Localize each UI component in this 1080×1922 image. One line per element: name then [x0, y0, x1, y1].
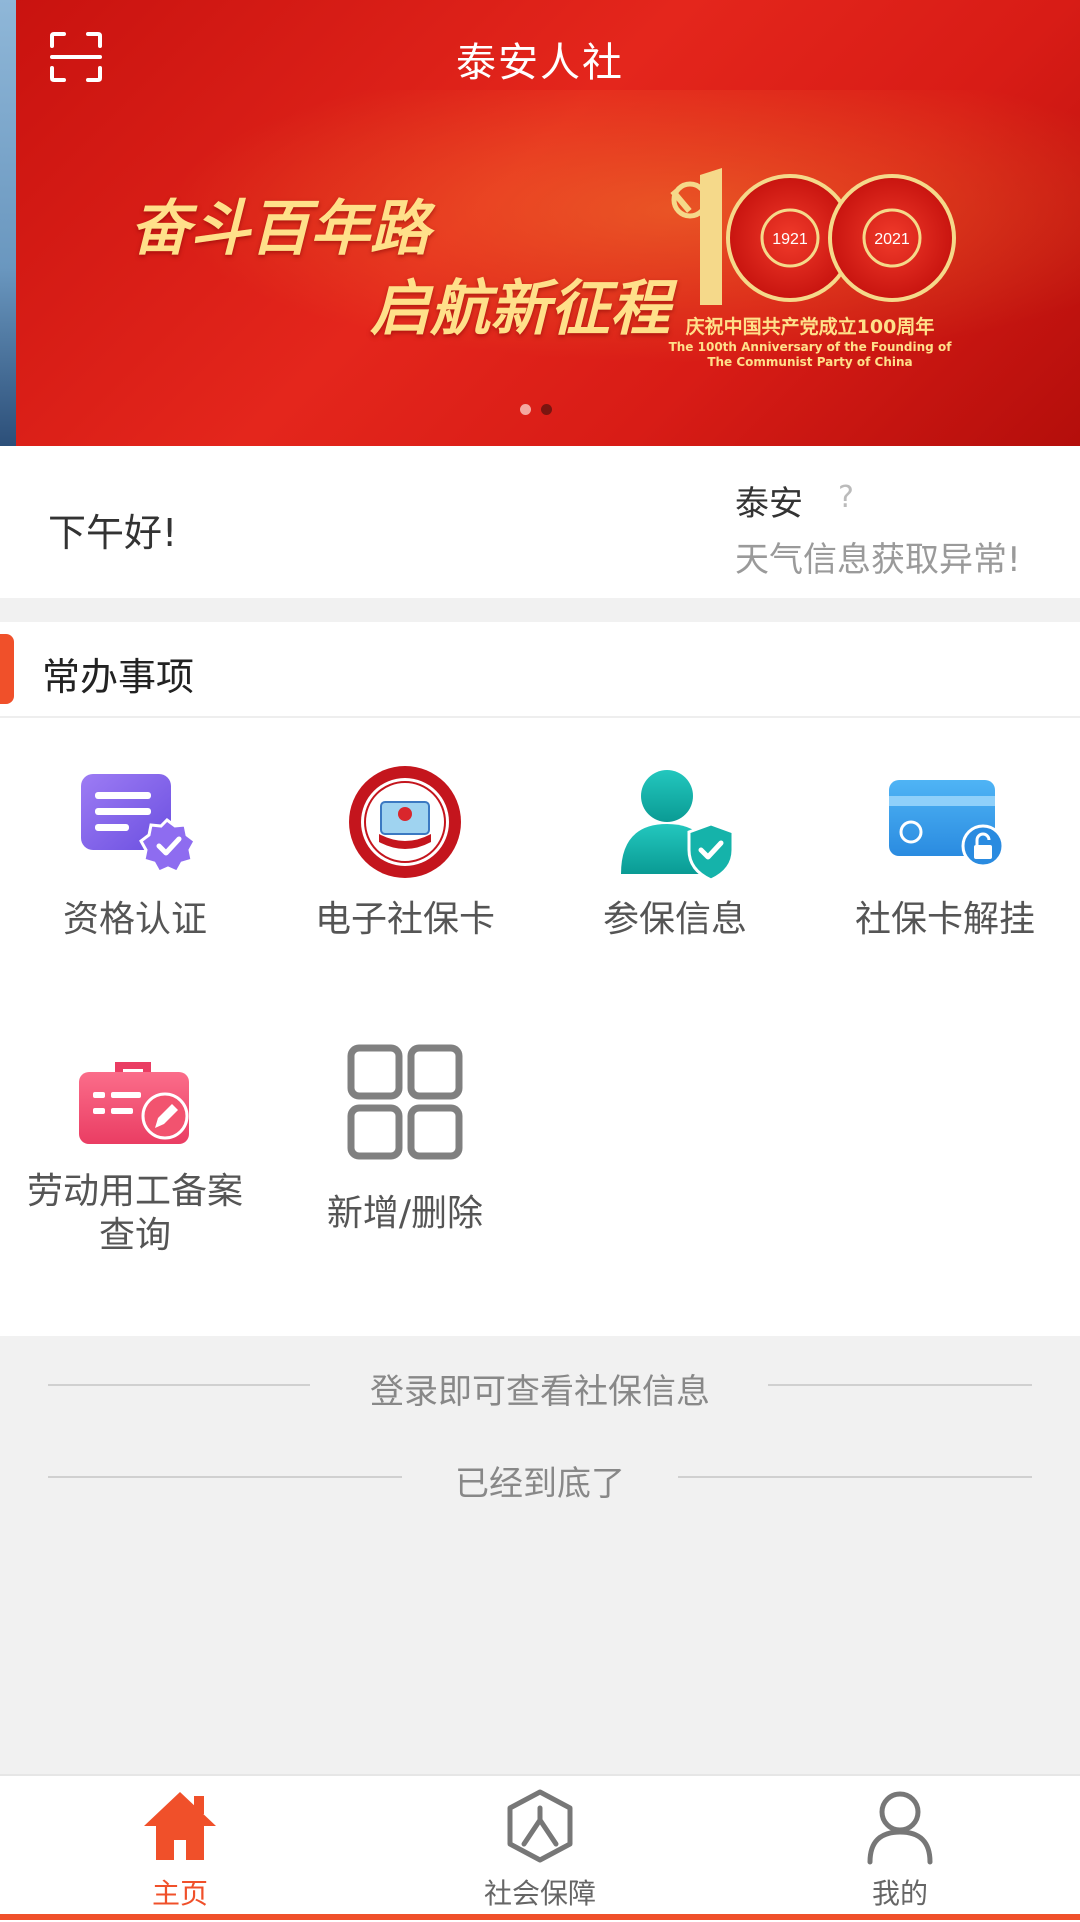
service-label: 电子社保卡 [314, 899, 495, 940]
user-icon [867, 1791, 933, 1865]
service-label: 社保卡解挂 [854, 899, 1035, 940]
home-icon [144, 1792, 216, 1860]
app-title: 泰安人社 [456, 40, 624, 86]
emblem-caption-en-line2: The Communist Party of China [707, 355, 913, 369]
anniversary-emblem: 1921 2021 庆祝中国共产党成立100周年 The 100th Anniv… [660, 160, 960, 390]
carousel-dot-active[interactable] [541, 404, 552, 415]
centenary-100-emblem: 1921 2021 [670, 168, 956, 305]
section-header: 常办事项 [0, 622, 1080, 718]
section-accent-bar [0, 634, 14, 704]
top-banner-carousel[interactable]: 泰安人社 奋斗百年路 启航新征程 1921 2021 庆祝中国共产党成立100周… [0, 0, 1080, 446]
service-label: 新增/删除 [326, 1193, 484, 1234]
emblem-caption-en-line1: The 100th Anniversary of the Founding of [668, 340, 952, 354]
insured-person-icon [621, 770, 735, 882]
year-end-label: 2021 [874, 231, 910, 248]
certificate-check-icon [81, 774, 195, 874]
service-label-line2: 查询 [98, 1215, 171, 1256]
carousel-indicator [520, 404, 552, 415]
grid-add-icon [347, 1044, 463, 1160]
tab-social-security[interactable]: 社会保障 [360, 1776, 720, 1922]
greeting-text: 下午好! [48, 511, 178, 555]
year-start-label: 1921 [772, 231, 808, 248]
emblem-caption-en: The 100th Anniversary of the Founding of… [660, 340, 960, 370]
end-of-list-text: 已经到底了 [455, 1464, 625, 1504]
carousel-dot[interactable] [520, 404, 531, 415]
greeting-panel: 下午好! 泰安 ? 天气信息获取异常! [0, 446, 1080, 598]
end-of-list-divider: 已经到底了 [48, 1456, 1032, 1504]
common-services-section: 常办事项 资格认证 电子社保卡 参保信息 社保卡解挂 劳动用工备案 查询 新增/… [0, 622, 1080, 1336]
service-card-unlock[interactable]: 社保卡解挂 [810, 762, 1080, 962]
service-label: 参保信息 [602, 899, 747, 940]
tab-label: 主页 [151, 1877, 208, 1910]
slogan-line-1: 奋斗百年路 [130, 194, 430, 264]
question-icon: ? [838, 480, 854, 515]
card-unlock-icon [889, 780, 1005, 868]
tab-label: 社会保障 [483, 1877, 596, 1910]
bottom-accent-bar [0, 1914, 1080, 1920]
slogan-line-2: 启航新征程 [370, 274, 670, 344]
social-security-icon [507, 1789, 573, 1863]
banner-slogan: 奋斗百年路 启航新征程 [130, 180, 670, 344]
service-qualification-cert[interactable]: 资格认证 [0, 762, 270, 962]
tab-home[interactable]: 主页 [0, 1776, 360, 1922]
social-security-card-icon [349, 766, 461, 878]
service-insurance-info[interactable]: 参保信息 [540, 762, 810, 962]
service-e-social-card[interactable]: 电子社保卡 [270, 762, 540, 962]
emblem-caption-cn: 庆祝中国共产党成立100周年 [685, 316, 935, 338]
login-hint-text[interactable]: 登录即可查看社保信息 [48, 1364, 1032, 1413]
service-add-remove[interactable]: 新增/删除 [270, 1042, 540, 1272]
section-title: 常办事项 [42, 655, 195, 699]
service-label-line1: 劳动用工备案 [26, 1171, 243, 1212]
weather-city[interactable]: 泰安 [735, 476, 803, 525]
service-labor-filing-query[interactable]: 劳动用工备案 查询 [0, 1042, 270, 1272]
service-label: 资格认证 [62, 899, 207, 940]
weather-status[interactable]: 天气信息获取异常! [735, 532, 1021, 581]
tab-label: 我的 [871, 1877, 928, 1910]
tab-mine[interactable]: 我的 [720, 1776, 1080, 1922]
login-hint-divider: 登录即可查看社保信息 [48, 1364, 1032, 1412]
bottom-tab-bar: 主页 社会保障 我的 [0, 1774, 1080, 1922]
briefcase-edit-icon [79, 1062, 189, 1144]
